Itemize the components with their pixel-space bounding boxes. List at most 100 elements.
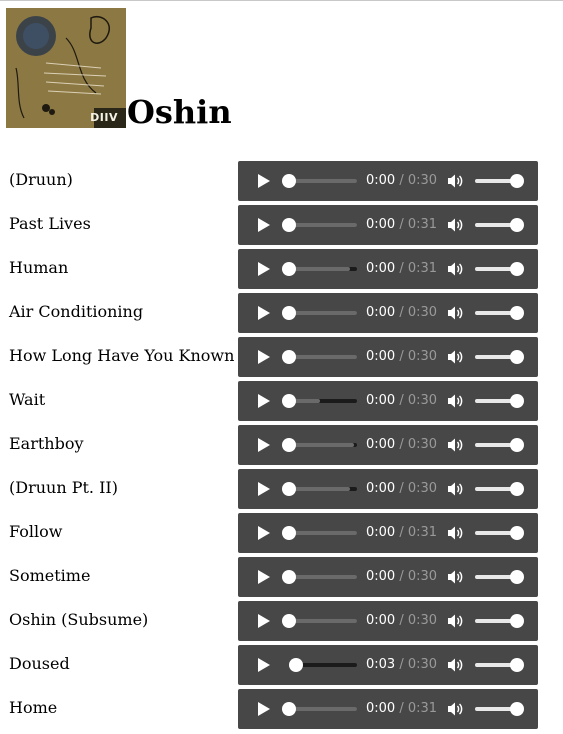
volume-icon[interactable] [447, 613, 464, 629]
seek-slider[interactable] [282, 482, 357, 496]
seek-slider[interactable] [282, 218, 357, 232]
play-icon[interactable] [256, 217, 272, 233]
seek-slider[interactable] [282, 570, 357, 584]
seek-thumb[interactable] [282, 306, 296, 320]
seek-thumb[interactable] [282, 702, 296, 716]
current-time: 0:00 [366, 393, 396, 408]
audio-player[interactable]: 0:00 / 0:30 [238, 381, 538, 421]
time-separator: / [395, 437, 408, 452]
audio-player[interactable]: 0:00 / 0:31 [238, 689, 538, 729]
seek-slider[interactable] [282, 350, 357, 364]
volume-slider[interactable] [475, 482, 524, 496]
play-icon[interactable] [256, 569, 272, 585]
volume-thumb[interactable] [510, 438, 524, 452]
seek-thumb[interactable] [282, 394, 296, 408]
volume-thumb[interactable] [510, 174, 524, 188]
seek-slider[interactable] [282, 526, 357, 540]
volume-icon[interactable] [447, 173, 464, 189]
audio-player[interactable]: 0:00 / 0:31 [238, 513, 538, 553]
volume-icon[interactable] [447, 305, 464, 321]
track-title: How Long Have You Known [9, 346, 235, 365]
play-icon[interactable] [256, 349, 272, 365]
audio-player[interactable]: 0:00 / 0:30 [238, 557, 538, 597]
volume-icon[interactable] [447, 437, 464, 453]
volume-thumb[interactable] [510, 570, 524, 584]
volume-thumb[interactable] [510, 526, 524, 540]
seek-thumb[interactable] [288, 658, 303, 672]
time-separator: / [395, 393, 408, 408]
audio-player[interactable]: 0:03 / 0:30 [238, 645, 538, 685]
seek-thumb[interactable] [282, 482, 296, 496]
volume-icon[interactable] [447, 217, 464, 233]
volume-thumb[interactable] [510, 614, 524, 628]
volume-thumb[interactable] [510, 218, 524, 232]
audio-player[interactable]: 0:00 / 0:30 [238, 601, 538, 641]
volume-slider[interactable] [475, 394, 524, 408]
play-icon[interactable] [256, 525, 272, 541]
volume-slider[interactable] [475, 526, 524, 540]
volume-thumb[interactable] [510, 394, 524, 408]
volume-icon[interactable] [447, 525, 464, 541]
audio-player[interactable]: 0:00 / 0:30 [238, 337, 538, 377]
seek-thumb[interactable] [282, 570, 296, 584]
audio-player[interactable]: 0:00 / 0:30 [238, 469, 538, 509]
volume-thumb[interactable] [510, 262, 524, 276]
buffered-bar [289, 223, 357, 227]
volume-icon[interactable] [447, 657, 464, 673]
volume-slider[interactable] [475, 702, 524, 716]
seek-slider[interactable] [288, 658, 357, 672]
volume-icon[interactable] [447, 393, 464, 409]
seek-thumb[interactable] [282, 218, 296, 232]
play-icon[interactable] [256, 173, 272, 189]
volume-thumb[interactable] [510, 350, 524, 364]
audio-player[interactable]: 0:00 / 0:30 [238, 161, 538, 201]
volume-icon[interactable] [447, 349, 464, 365]
seek-thumb[interactable] [282, 438, 296, 452]
seek-slider[interactable] [282, 262, 357, 276]
seek-thumb[interactable] [282, 350, 296, 364]
play-icon[interactable] [256, 305, 272, 321]
volume-slider[interactable] [475, 570, 524, 584]
track-title: (Druun) [9, 170, 73, 189]
seek-thumb[interactable] [282, 614, 296, 628]
audio-player[interactable]: 0:00 / 0:30 [238, 293, 538, 333]
audio-player[interactable]: 0:00 / 0:31 [238, 249, 538, 289]
play-icon[interactable] [256, 481, 272, 497]
volume-slider[interactable] [475, 350, 524, 364]
volume-icon[interactable] [447, 701, 464, 717]
play-icon[interactable] [256, 657, 272, 673]
seek-slider[interactable] [282, 438, 357, 452]
play-icon[interactable] [256, 437, 272, 453]
volume-icon[interactable] [447, 261, 464, 277]
volume-slider[interactable] [475, 658, 524, 672]
play-icon[interactable] [256, 261, 272, 277]
volume-icon[interactable] [447, 481, 464, 497]
volume-slider[interactable] [475, 614, 524, 628]
seek-slider[interactable] [282, 614, 357, 628]
seek-thumb[interactable] [282, 526, 296, 540]
volume-thumb[interactable] [510, 482, 524, 496]
seek-slider[interactable] [282, 702, 357, 716]
volume-slider[interactable] [475, 438, 524, 452]
time-display: 0:00 / 0:30 [366, 437, 437, 452]
buffered-bar [289, 531, 357, 535]
volume-slider[interactable] [475, 306, 524, 320]
volume-icon[interactable] [447, 569, 464, 585]
audio-player[interactable]: 0:00 / 0:30 [238, 425, 538, 465]
volume-slider[interactable] [475, 174, 524, 188]
seek-slider[interactable] [282, 306, 357, 320]
volume-thumb[interactable] [510, 702, 524, 716]
seek-slider[interactable] [282, 394, 357, 408]
volume-thumb[interactable] [510, 306, 524, 320]
play-icon[interactable] [256, 701, 272, 717]
play-icon[interactable] [256, 393, 272, 409]
seek-slider[interactable] [282, 174, 357, 188]
volume-thumb[interactable] [510, 658, 524, 672]
audio-player[interactable]: 0:00 / 0:31 [238, 205, 538, 245]
duration: 0:30 [407, 569, 438, 584]
volume-slider[interactable] [475, 262, 524, 276]
seek-thumb[interactable] [282, 174, 296, 188]
volume-slider[interactable] [475, 218, 524, 232]
play-icon[interactable] [256, 613, 272, 629]
seek-thumb[interactable] [282, 262, 296, 276]
